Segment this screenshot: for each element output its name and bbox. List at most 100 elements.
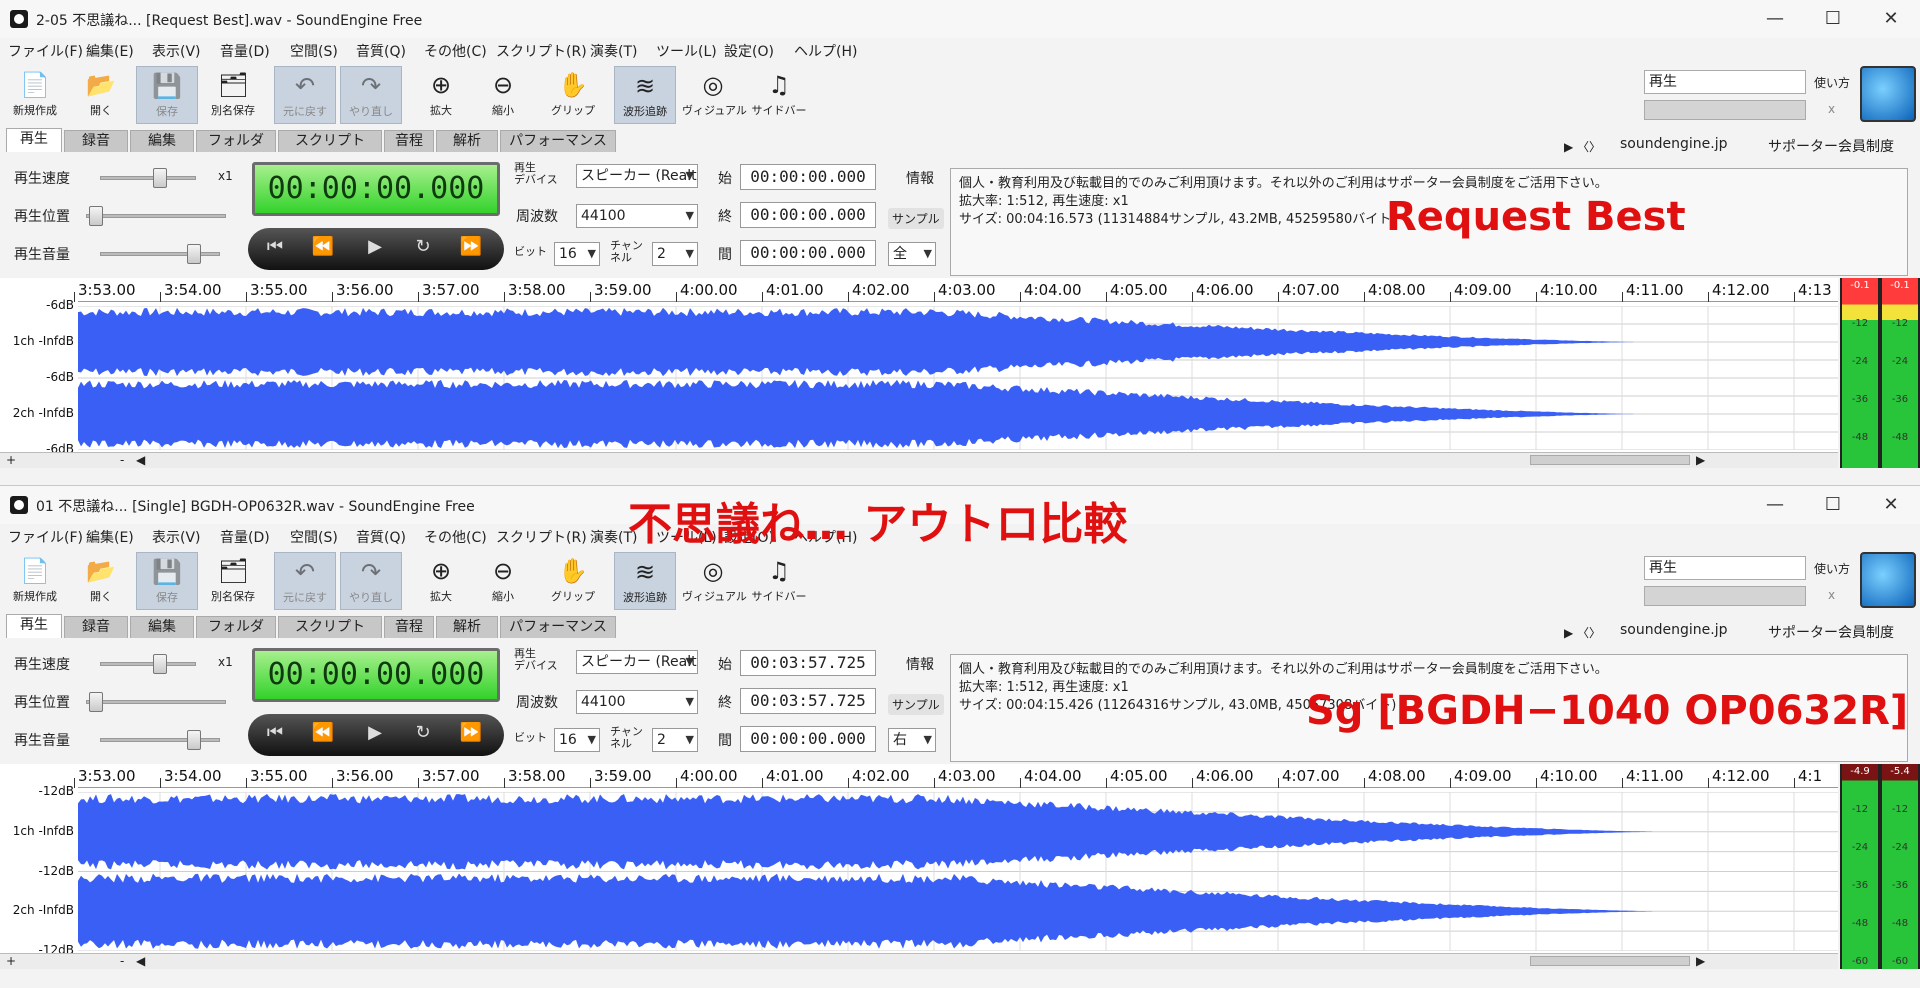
speed-slider-thumb[interactable] bbox=[153, 168, 167, 188]
menu-item[interactable]: ファイル(F) bbox=[8, 527, 83, 547]
speed-slider-thumb[interactable] bbox=[153, 654, 167, 674]
tab-item[interactable]: 音程 bbox=[384, 130, 434, 152]
minimize-button[interactable]: — bbox=[1752, 4, 1798, 34]
sidebar-toggle-icon[interactable]: ▶ 〈〉 bbox=[1564, 138, 1601, 155]
toolbar-visual-button[interactable]: ◎ ヴィジュアル bbox=[682, 66, 747, 124]
tab-item[interactable]: 解析 bbox=[436, 130, 498, 152]
device-select[interactable]: スピーカー (Realt ▼ bbox=[576, 164, 698, 188]
channel-range-select[interactable]: 全 ▼ bbox=[888, 242, 936, 266]
rewind-icon[interactable]: ⏪ bbox=[306, 722, 340, 743]
close-button[interactable]: ✕ bbox=[1868, 4, 1914, 34]
sidebar-toggle-icon[interactable]: ▶ 〈〉 bbox=[1564, 624, 1601, 641]
menu-item[interactable]: 演奏(T) bbox=[590, 41, 637, 61]
zoom-in-icon[interactable]: + bbox=[6, 954, 16, 968]
position-slider[interactable] bbox=[86, 206, 226, 226]
menu-item[interactable]: その他(C) bbox=[424, 527, 487, 547]
channel-range-select[interactable]: 右 ▼ bbox=[888, 728, 936, 752]
scroll-thumb[interactable] bbox=[1530, 956, 1690, 966]
website-link[interactable]: soundengine.jp bbox=[1620, 136, 1727, 152]
help-globe-icon[interactable] bbox=[1860, 66, 1916, 122]
position-slider[interactable] bbox=[86, 692, 226, 712]
fast-forward-icon[interactable]: ⏩ bbox=[454, 236, 488, 257]
tab-item[interactable]: スクリプト bbox=[278, 130, 382, 152]
start-time-field[interactable]: 00:03:57.725 bbox=[740, 650, 876, 676]
zoom-in-icon[interactable]: + bbox=[6, 453, 16, 467]
freq-select[interactable]: 44100 ▼ bbox=[576, 204, 698, 228]
zoom-out-icon[interactable]: - bbox=[120, 954, 124, 968]
menu-item[interactable]: 音質(Q) bbox=[356, 527, 406, 547]
help-globe-icon[interactable] bbox=[1860, 552, 1916, 608]
waveform-panel[interactable]: 3:53.00 3:54.00 3:55.00 3:56.00 3:57.00 3:58.… bbox=[0, 764, 1838, 969]
toolbar-new-button[interactable]: 📄 新規作成 bbox=[4, 66, 66, 124]
menu-item[interactable]: 表示(V) bbox=[152, 527, 201, 547]
toolbar-zoom-in-button[interactable]: ⊕ 拡大 bbox=[410, 66, 472, 124]
command-search-input[interactable]: 再生 bbox=[1644, 70, 1806, 94]
toolbar-save-as-button[interactable]: 🗂 別名保存 bbox=[202, 552, 264, 610]
tab-item[interactable]: 再生 bbox=[6, 614, 62, 638]
speed-slider[interactable] bbox=[100, 654, 196, 674]
menu-item[interactable]: ツール(L) bbox=[656, 41, 717, 61]
scroll-left-icon[interactable]: ◀ bbox=[136, 453, 145, 467]
menu-item[interactable]: 表示(V) bbox=[152, 41, 201, 61]
tab-item[interactable]: スクリプト bbox=[278, 616, 382, 638]
scroll-right-icon[interactable]: ▶ bbox=[1696, 954, 1705, 968]
menu-item[interactable]: その他(C) bbox=[424, 41, 487, 61]
fast-forward-icon[interactable]: ⏩ bbox=[454, 722, 488, 743]
zoom-out-icon[interactable]: - bbox=[120, 453, 124, 467]
tab-item[interactable]: 録音 bbox=[64, 130, 128, 152]
toolbar-redo-button[interactable]: ↷ やり直し bbox=[340, 552, 402, 610]
loop-icon[interactable]: ↻ bbox=[406, 236, 440, 257]
speed-slider[interactable] bbox=[100, 168, 196, 188]
end-time-field[interactable]: 00:00:00.000 bbox=[740, 202, 876, 228]
help-label[interactable]: 使い方 bbox=[1814, 560, 1850, 577]
channel-select[interactable]: 2 ▼ bbox=[652, 242, 698, 266]
menu-item[interactable]: 音質(Q) bbox=[356, 41, 406, 61]
toolbar-zoom-in-button[interactable]: ⊕ 拡大 bbox=[410, 552, 472, 610]
tab-item[interactable]: 編集 bbox=[130, 616, 194, 638]
tab-item[interactable]: フォルダ bbox=[196, 130, 276, 152]
help-label[interactable]: 使い方 bbox=[1814, 74, 1850, 91]
device-select[interactable]: スピーカー (Realt ▼ bbox=[576, 650, 698, 674]
span-time-field[interactable]: 00:00:00.000 bbox=[740, 240, 876, 266]
scroll-thumb[interactable] bbox=[1530, 455, 1690, 465]
menu-item[interactable]: スクリプト(R) bbox=[496, 41, 587, 61]
maximize-button[interactable]: ☐ bbox=[1810, 4, 1856, 34]
horizontal-scrollbar[interactable]: + - ◀ ▶ bbox=[0, 452, 1838, 468]
menu-item[interactable]: 音量(D) bbox=[220, 527, 270, 547]
waveform[interactable] bbox=[78, 306, 1838, 450]
tab-item[interactable]: 録音 bbox=[64, 616, 128, 638]
menu-item[interactable]: 空間(S) bbox=[290, 527, 338, 547]
volume-slider[interactable] bbox=[100, 244, 220, 264]
toolbar-undo-button[interactable]: ↶ 元に戻す bbox=[274, 66, 336, 124]
volume-slider[interactable] bbox=[100, 730, 220, 750]
menu-item[interactable]: 音量(D) bbox=[220, 41, 270, 61]
toolbar-save-button[interactable]: 💾 保存 bbox=[136, 552, 198, 610]
tab-item[interactable]: 編集 bbox=[130, 130, 194, 152]
volume-slider-thumb[interactable] bbox=[187, 244, 201, 264]
supporter-link[interactable]: サポーター会員制度 bbox=[1768, 136, 1894, 156]
scroll-left-icon[interactable]: ◀ bbox=[136, 954, 145, 968]
menu-item[interactable]: 編集(E) bbox=[86, 527, 134, 547]
horizontal-scrollbar[interactable]: + - ◀ ▶ bbox=[0, 953, 1838, 969]
toolbar-save-button[interactable]: 💾 保存 bbox=[136, 66, 198, 124]
menu-item[interactable]: スクリプト(R) bbox=[496, 527, 587, 547]
position-slider-thumb[interactable] bbox=[89, 206, 103, 226]
play-icon[interactable]: ▶ bbox=[358, 236, 392, 257]
menu-item[interactable]: ヘルプ(H) bbox=[794, 41, 857, 61]
bit-select[interactable]: 16 ▼ bbox=[554, 728, 600, 752]
skip-start-icon[interactable]: ⏮ bbox=[258, 722, 292, 743]
close-button[interactable]: ✕ bbox=[1868, 490, 1914, 520]
toolbar-sidebar-button[interactable]: ♫ サイドバー bbox=[748, 552, 810, 610]
toolbar-zoom-out-button[interactable]: ⊖ 縮小 bbox=[472, 552, 534, 610]
menu-item[interactable]: 空間(S) bbox=[290, 41, 338, 61]
waveform[interactable] bbox=[78, 792, 1838, 951]
span-time-field[interactable]: 00:00:00.000 bbox=[740, 726, 876, 752]
toolbar-grip-button[interactable]: ✋ グリップ bbox=[542, 552, 604, 610]
clear-search-icon[interactable]: x bbox=[1828, 588, 1835, 602]
clear-search-icon[interactable]: x bbox=[1828, 102, 1835, 116]
loop-icon[interactable]: ↻ bbox=[406, 722, 440, 743]
toolbar-wave-follow-button[interactable]: ≋ 波形追跡 bbox=[614, 552, 676, 610]
menu-item[interactable]: 設定(O) bbox=[724, 41, 774, 61]
toolbar-sidebar-button[interactable]: ♫ サイドバー bbox=[748, 66, 810, 124]
maximize-button[interactable]: ☐ bbox=[1810, 490, 1856, 520]
